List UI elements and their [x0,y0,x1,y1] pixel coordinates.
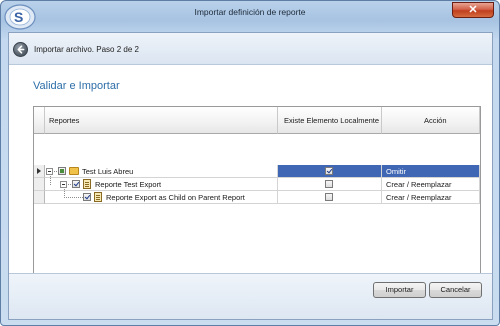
cell-report-name[interactable]: Test Luis Abreu [45,165,278,178]
tree-node-label: Test Luis Abreu [82,167,134,176]
row-pointer-icon [37,168,41,174]
report-icon [94,192,102,202]
grid-header: Reportes Existe Elemento Localmente Acci… [34,107,480,134]
column-header-reportes[interactable]: Reportes [45,107,278,134]
close-button[interactable]: ✕ [452,2,494,18]
cell-action[interactable]: Crear / Reemplazar [382,178,480,191]
title-bar[interactable]: S Importar definición de reporte ✕ [1,1,499,30]
header-indicator-cell [34,107,45,134]
row-checkbox[interactable] [58,167,66,175]
cell-exists [278,178,382,191]
table-row[interactable]: Reporte Test Export Crear / Reemplazar [34,176,480,191]
column-header-existe[interactable]: Existe Elemento Localmente [278,107,382,134]
exists-checkbox [325,180,333,188]
arrow-left-icon [17,45,25,54]
window-title: Importar definición de reporte [194,7,306,17]
dialog-client-area: Importar archivo. Paso 2 de 2 Validar e … [8,32,493,320]
wizard-nav-bar: Importar archivo. Paso 2 de 2 [9,33,492,65]
row-indicator [34,191,45,204]
cancel-button[interactable]: Cancelar [429,282,482,298]
tree-line [50,176,51,185]
cell-report-name[interactable]: Reporte Test Export [45,176,278,191]
dialog-footer: Importar Cancelar [9,273,492,319]
back-button[interactable] [13,42,28,57]
row-checkbox[interactable] [83,193,91,201]
tree-node-label: Reporte Test Export [95,180,162,189]
collapse-toggle-icon[interactable] [46,168,53,175]
row-indicator [34,165,45,178]
exists-checkbox [325,193,333,201]
cell-report-name[interactable]: Reporte Export as Child on Parent Report [45,189,278,204]
close-icon: ✕ [468,4,478,16]
reports-grid[interactable]: Reportes Existe Elemento Localmente Acci… [33,106,481,291]
report-icon [83,179,91,189]
cell-exists [278,165,382,178]
section-title: Validar e Importar [33,80,120,92]
wizard-step-label: Importar archivo. Paso 2 de 2 [34,45,139,54]
cell-exists [278,191,382,204]
tree-node-label: Reporte Export as Child on Parent Report [106,193,245,202]
column-header-accion[interactable]: Acción [382,107,480,134]
exists-checkbox [325,167,333,175]
cell-action[interactable]: Crear / Reemplazar [382,191,480,204]
table-row[interactable]: Reporte Export as Child on Parent Report… [34,189,480,204]
collapse-toggle-icon[interactable] [60,181,67,188]
table-row[interactable]: Test Luis Abreu Omitir [34,165,480,178]
tree-line [64,197,83,198]
cell-action[interactable]: Omitir [382,165,480,178]
row-indicator [34,178,45,191]
row-checkbox[interactable] [72,180,80,188]
folder-icon [69,167,79,175]
import-dialog-window: S Importar definición de reporte ✕ Impor… [0,0,500,326]
import-button[interactable]: Importar [373,282,426,298]
